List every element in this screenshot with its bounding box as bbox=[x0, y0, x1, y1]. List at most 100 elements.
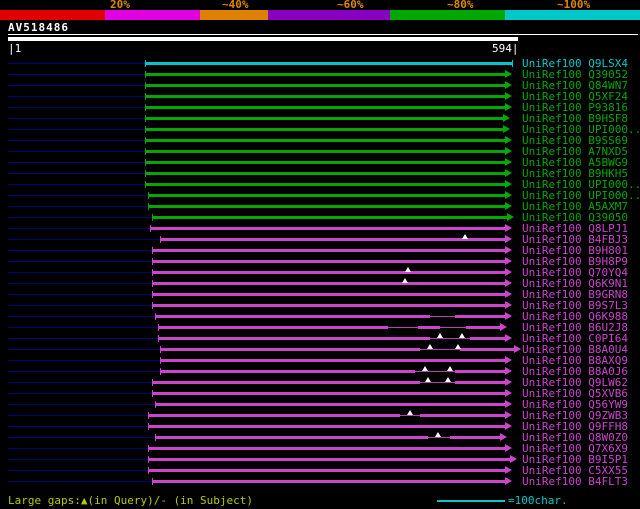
hit-label[interactable]: UniRef100_B9HSF8 bbox=[522, 113, 628, 124]
alignment-bar bbox=[145, 128, 503, 131]
alignment-start-tick bbox=[145, 126, 146, 133]
hit-label[interactable]: UniRef100_A7NXD5 bbox=[522, 146, 628, 157]
alignment-arrowhead-icon bbox=[505, 444, 512, 452]
hit-label[interactable]: UniRef100_Q39052 bbox=[522, 69, 628, 80]
query-extent-line bbox=[8, 327, 158, 328]
hit-label[interactable]: UniRef100_B9HKH5 bbox=[522, 168, 628, 179]
hit-label[interactable]: UniRef100_Q7X6X9 bbox=[522, 443, 628, 454]
query-gap-triangle-icon bbox=[459, 333, 465, 338]
query-gap-triangle-icon bbox=[462, 234, 468, 239]
alignment-bar bbox=[145, 161, 505, 164]
hit-label[interactable]: UniRef100_B9H801 bbox=[522, 245, 628, 256]
hit-label[interactable]: UniRef100_Q56YW9 bbox=[522, 399, 628, 410]
gaps-legend-note: Large gaps:▲(in Query)/- (in Subject) bbox=[8, 494, 254, 507]
alignment-arrowhead-icon bbox=[505, 158, 512, 166]
ruler-start-label: |1 bbox=[8, 42, 22, 55]
alignment-arrowhead-icon bbox=[505, 224, 512, 232]
hit-label[interactable]: UniRef100_P93816 bbox=[522, 102, 628, 113]
hit-label[interactable]: UniRef100_B8A0J6 bbox=[522, 366, 628, 377]
alignment-bar bbox=[155, 403, 505, 406]
alignment-row: UniRef100_B9I5P1 bbox=[0, 454, 640, 465]
alignment-bar bbox=[145, 106, 505, 109]
alignment-bar bbox=[148, 458, 510, 461]
hit-label[interactable]: UniRef100_Q8LPJ1 bbox=[522, 223, 628, 234]
hit-label[interactable]: UniRef100_B9GRN8 bbox=[522, 289, 628, 300]
hit-label[interactable]: UniRef100_B6U2J8 bbox=[522, 322, 628, 333]
query-extent-line bbox=[8, 74, 145, 75]
alignment-start-tick bbox=[145, 181, 146, 188]
alignment-bar bbox=[148, 447, 505, 450]
legend-label: ~100% bbox=[557, 0, 591, 11]
query-extent-line bbox=[8, 184, 145, 185]
alignment-start-tick bbox=[145, 170, 146, 177]
query-extent-line bbox=[8, 162, 145, 163]
alignment-bar bbox=[145, 172, 505, 175]
alignment-row: UniRef100_B9HSF8 bbox=[0, 113, 640, 124]
hit-label[interactable]: UniRef100_Q9LSX4 bbox=[522, 58, 628, 69]
query-gap-triangle-icon bbox=[407, 410, 413, 415]
alignment-arrowhead-icon bbox=[510, 455, 517, 463]
hit-label[interactable]: UniRef100_Q70YQ4 bbox=[522, 267, 628, 278]
hit-label[interactable]: UniRef100_C5XX55 bbox=[522, 465, 628, 476]
alignment-arrowhead-icon bbox=[505, 92, 512, 100]
alignment-start-tick bbox=[145, 93, 146, 100]
query-extent-line bbox=[8, 404, 155, 405]
query-extent-line bbox=[8, 481, 152, 482]
hit-label[interactable]: UniRef100_C0PI64 bbox=[522, 333, 628, 344]
query-extent-line bbox=[8, 272, 152, 273]
hit-label[interactable]: UniRef100_B9S7L3 bbox=[522, 300, 628, 311]
hit-label[interactable]: UniRef100_UPI000.. bbox=[522, 124, 640, 135]
hit-label[interactable]: UniRef100_B4FBJ3 bbox=[522, 234, 628, 245]
subject-gap-line bbox=[428, 437, 450, 438]
subject-gap-line bbox=[388, 327, 418, 328]
alignment-arrowhead-icon bbox=[505, 257, 512, 265]
subject-gap-line bbox=[420, 382, 455, 383]
hit-label[interactable]: UniRef100_Q39050 bbox=[522, 212, 628, 223]
alignment-row: UniRef100_UPI000.. bbox=[0, 190, 640, 201]
hit-label[interactable]: UniRef100_UPI000.. bbox=[522, 190, 640, 201]
hit-label[interactable]: UniRef100_Q84WN7 bbox=[522, 80, 628, 91]
hit-label[interactable]: UniRef100_UPI000.. bbox=[522, 179, 640, 190]
hit-label[interactable]: UniRef100_Q6K988 bbox=[522, 311, 628, 322]
hit-label[interactable]: UniRef100_B9H8P9 bbox=[522, 256, 628, 267]
hit-label[interactable]: UniRef100_Q8W0Z0 bbox=[522, 432, 628, 443]
query-extent-line bbox=[8, 393, 152, 394]
query-extent-line bbox=[8, 96, 145, 97]
hit-label[interactable]: UniRef100_A5BWG9 bbox=[522, 157, 628, 168]
hit-label[interactable]: UniRef100_B9SS69 bbox=[522, 135, 628, 146]
alignment-row: UniRef100_Q8LPJ1 bbox=[0, 223, 640, 234]
hit-label[interactable]: UniRef100_Q5XF24 bbox=[522, 91, 628, 102]
hit-label[interactable]: UniRef100_A5AXM7 bbox=[522, 201, 628, 212]
alignment-bar bbox=[148, 469, 505, 472]
alignment-bar bbox=[150, 227, 505, 230]
hit-label[interactable]: UniRef100_B4FLT3 bbox=[522, 476, 628, 487]
alignment-bar bbox=[145, 139, 505, 142]
hit-label[interactable]: UniRef100_Q6K9N1 bbox=[522, 278, 628, 289]
hit-label[interactable]: UniRef100_Q9LW62 bbox=[522, 377, 628, 388]
alignment-row: UniRef100_B9H801 bbox=[0, 245, 640, 256]
alignment-row: UniRef100_B9HKH5 bbox=[0, 168, 640, 179]
alignment-arrowhead-icon bbox=[505, 235, 512, 243]
alignment-row: UniRef100_Q39052 bbox=[0, 69, 640, 80]
query-extent-line bbox=[8, 140, 145, 141]
query-bar bbox=[8, 37, 518, 41]
alignment-bar bbox=[152, 392, 505, 395]
alignment-start-tick bbox=[145, 71, 146, 78]
query-gap-triangle-icon bbox=[405, 267, 411, 272]
hit-label[interactable]: UniRef100_Q9FFH8 bbox=[522, 421, 628, 432]
hit-label[interactable]: UniRef100_B9I5P1 bbox=[522, 454, 628, 465]
legend-segment bbox=[0, 10, 105, 20]
query-extent-line bbox=[8, 305, 152, 306]
alignment-row: UniRef100_C5XX55 bbox=[0, 465, 640, 476]
hit-label[interactable]: UniRef100_B8A0U4 bbox=[522, 344, 628, 355]
subject-gap-line bbox=[430, 338, 470, 339]
alignment-start-tick bbox=[145, 148, 146, 155]
alignment-start-tick bbox=[145, 104, 146, 111]
hit-label[interactable]: UniRef100_Q9ZWB3 bbox=[522, 410, 628, 421]
hit-label[interactable]: UniRef100_B8AXQ9 bbox=[522, 355, 628, 366]
alignment-arrowhead-icon bbox=[503, 125, 510, 133]
hit-label[interactable]: UniRef100_Q5XVB6 bbox=[522, 388, 628, 399]
alignment-row: UniRef100_Q9FFH8 bbox=[0, 421, 640, 432]
alignment-bar bbox=[145, 62, 512, 65]
query-extent-line bbox=[8, 349, 160, 350]
